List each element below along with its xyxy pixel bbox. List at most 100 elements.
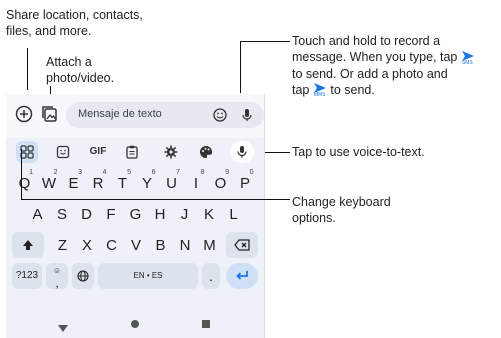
- key[interactable]: X: [77, 232, 98, 258]
- key[interactable]: V: [126, 232, 147, 258]
- key[interactable]: O9: [210, 169, 231, 196]
- leader-attach: [50, 86, 51, 94]
- comma-key[interactable]: ☺ ,: [46, 263, 68, 289]
- callout-record: Touch and hold to record a message. When…: [292, 33, 475, 98]
- keyboard-menu-icon[interactable]: [16, 141, 38, 163]
- key[interactable]: S: [52, 201, 73, 227]
- keyboard-screen: Mensaje de texto GIF Q1W2E 3 R 4 T 5 Y 6…: [6, 94, 265, 338]
- key[interactable]: R4: [88, 169, 109, 196]
- callout-record-line1: Touch and hold to record a: [292, 34, 441, 48]
- microphone-icon[interactable]: [240, 107, 254, 123]
- callout-record-line2-text: message. When you type, tap: [292, 50, 458, 64]
- sms-label: SMS: [461, 59, 473, 66]
- home-nav-icon[interactable]: [131, 320, 139, 328]
- key[interactable]: G: [125, 201, 146, 227]
- key-row-4: ?123 ☺ , EN • ES .: [6, 263, 264, 291]
- callout-record-line4-end: to send.: [330, 82, 375, 97]
- key-number-hint: 8: [200, 169, 205, 176]
- key[interactable]: I8: [186, 169, 207, 196]
- gif-button[interactable]: GIF: [86, 141, 110, 163]
- key-number-hint: 3: [78, 169, 82, 176]
- key-number-hint: 4: [102, 169, 107, 176]
- callout-record-line2: message. When you type, tap SMS: [292, 49, 475, 66]
- message-input[interactable]: Mensaje de texto: [66, 102, 264, 128]
- compose-bar: Mensaje de texto: [6, 94, 264, 138]
- mms-label: MMS: [313, 92, 326, 99]
- key-label: V: [130, 237, 141, 254]
- key-number-hint: 6: [151, 169, 156, 176]
- symbols-key[interactable]: ?123: [12, 263, 42, 289]
- key[interactable]: B: [150, 232, 171, 258]
- backspace-key[interactable]: [226, 232, 258, 258]
- key[interactable]: A: [27, 201, 48, 227]
- key[interactable]: M: [199, 232, 220, 258]
- period-key[interactable]: .: [202, 263, 220, 289]
- theme-palette-icon[interactable]: [196, 141, 216, 163]
- key-label: K: [203, 206, 214, 223]
- key-label: X: [81, 237, 92, 254]
- key[interactable]: W2: [39, 169, 60, 196]
- key-label: J: [180, 206, 189, 223]
- voice-input-icon[interactable]: [230, 141, 254, 163]
- key[interactable]: C: [101, 232, 122, 258]
- keyboard-toolbar: GIF: [6, 139, 264, 165]
- callout-record-line4-tap: tap: [292, 82, 310, 97]
- back-nav-icon[interactable]: [58, 320, 68, 332]
- callout-attach-line2: photo/video.: [46, 71, 115, 85]
- enter-key[interactable]: [226, 263, 258, 289]
- key-label: H: [154, 206, 166, 223]
- key-label: I: [193, 175, 199, 192]
- key[interactable]: Q1: [14, 169, 35, 196]
- leader-options-h: [21, 199, 290, 200]
- key[interactable]: Z: [52, 232, 73, 258]
- key[interactable]: E3: [63, 169, 84, 196]
- key[interactable]: L: [223, 201, 244, 227]
- key-row-1: Q1W2E3R4T5Y6U7I8O9P0: [6, 169, 264, 198]
- key[interactable]: Y6: [137, 169, 158, 196]
- callout-voice-text: Tap to use voice-to-text.: [292, 145, 425, 159]
- key[interactable]: J: [174, 201, 195, 227]
- callout-options-line2: options.: [292, 211, 336, 225]
- emoji-icon[interactable]: [212, 107, 228, 123]
- key-label: C: [106, 237, 117, 254]
- key-number-hint: 1: [29, 169, 33, 176]
- callout-attach: Attach a photo/video.: [46, 54, 114, 86]
- key-label: S: [56, 206, 67, 223]
- comma-label: ,: [55, 276, 59, 290]
- key-label: A: [32, 206, 43, 223]
- clipboard-icon[interactable]: [122, 141, 142, 163]
- key-number-hint: 0: [249, 169, 254, 176]
- callout-options-line1: Change keyboard: [292, 195, 391, 209]
- key[interactable]: F: [101, 201, 122, 227]
- key[interactable]: U7: [161, 169, 182, 196]
- key-label: M: [203, 237, 216, 254]
- callout-record-line3: to send. Or add a photo and: [292, 66, 448, 81]
- key-label: G: [129, 206, 142, 223]
- system-nav-bar: [6, 312, 264, 338]
- leader-share: [27, 48, 28, 90]
- key-label: L: [229, 206, 238, 223]
- callout-record-line4: tap MMS to send.: [292, 82, 475, 99]
- attach-media-icon[interactable]: [40, 104, 60, 124]
- leader-options-v: [21, 149, 22, 199]
- shift-key[interactable]: [12, 232, 44, 258]
- settings-gear-icon[interactable]: [161, 141, 181, 163]
- key-label: P: [239, 175, 250, 192]
- key-label: T: [117, 175, 128, 192]
- key-number-hint: 7: [176, 169, 180, 176]
- key[interactable]: H: [150, 201, 171, 227]
- language-globe-key[interactable]: [72, 263, 94, 289]
- key[interactable]: K: [199, 201, 220, 227]
- key-label: Y: [141, 175, 152, 192]
- key[interactable]: T5: [112, 169, 133, 196]
- space-bar[interactable]: EN • ES: [98, 263, 198, 289]
- key-label: E: [68, 175, 79, 192]
- key[interactable]: D: [76, 201, 97, 227]
- add-circle-icon[interactable]: [14, 104, 34, 124]
- key[interactable]: N: [175, 232, 196, 258]
- callout-voice: Tap to use voice-to-text.: [292, 144, 425, 160]
- message-placeholder: Mensaje de texto: [78, 108, 162, 120]
- key[interactable]: P0: [235, 169, 256, 196]
- recents-nav-icon[interactable]: [202, 320, 210, 328]
- sticker-icon[interactable]: [53, 141, 73, 163]
